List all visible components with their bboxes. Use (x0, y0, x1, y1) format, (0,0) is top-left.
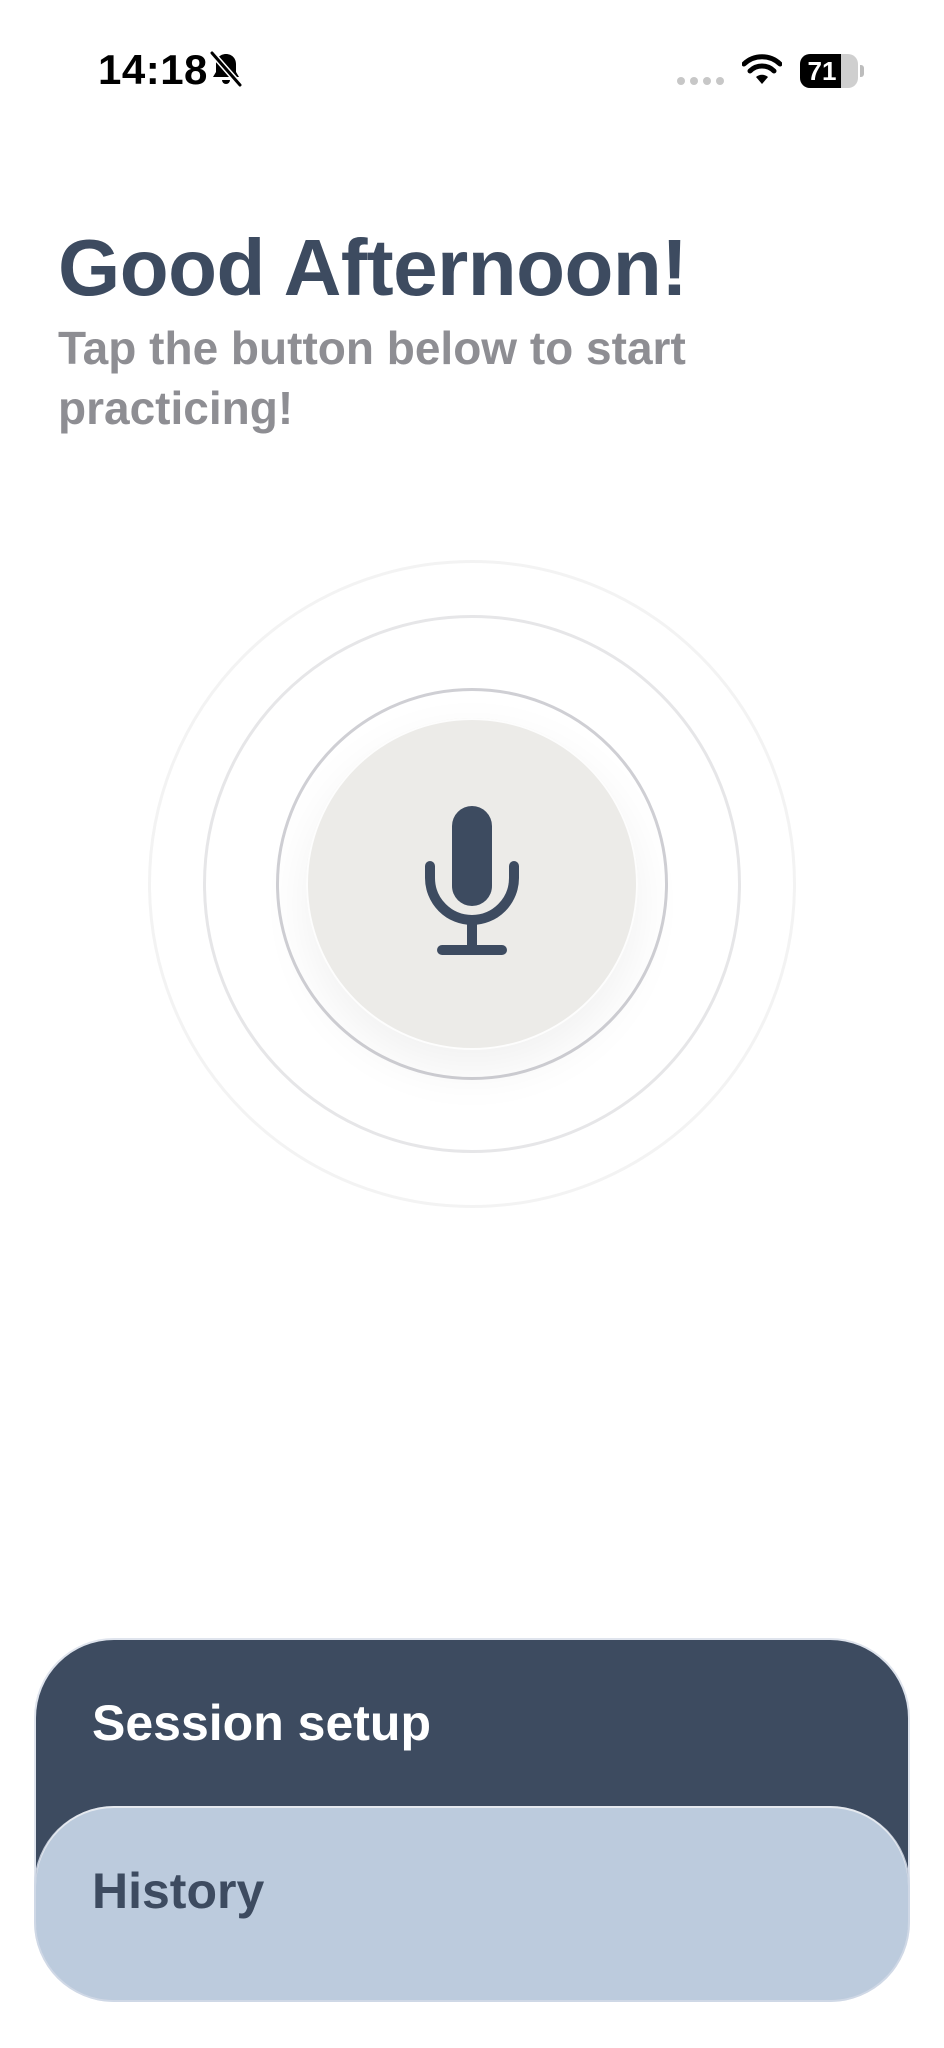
battery-cap (860, 65, 864, 77)
battery-level-text: 71 (807, 56, 837, 86)
battery-icon: 71 (800, 54, 864, 88)
microphone-icon (425, 806, 519, 955)
wifi-icon (742, 54, 782, 84)
record-button[interactable] (306, 718, 638, 1050)
session-setup-label: Session setup (92, 1695, 431, 1751)
greeting-title: Good Afternoon! (58, 223, 688, 312)
status-bar: 14:18 71 (0, 0, 944, 140)
history-button[interactable]: History (36, 1808, 908, 2000)
record-area (148, 560, 796, 1208)
cellular-signal-icon (677, 77, 724, 85)
bell-slash-icon (209, 50, 243, 88)
greeting-subtitle: Tap the button below to start practicing… (58, 322, 686, 434)
battery-body: 71 (800, 54, 858, 88)
status-time: 14:18 (98, 46, 208, 93)
history-label: History (92, 1863, 265, 1919)
